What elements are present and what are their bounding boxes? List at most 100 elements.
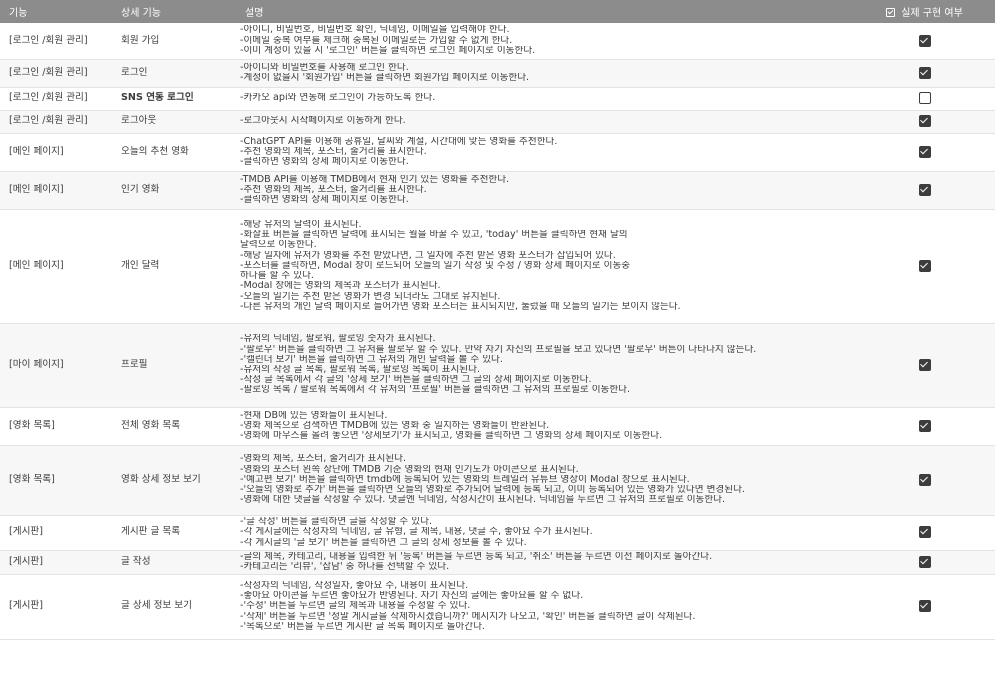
implemented-cell <box>854 323 995 408</box>
column-header-implemented[interactable]: 실제 구현 여부 <box>854 0 995 23</box>
implemented-cell <box>854 407 995 446</box>
implemented-checkbox-checked[interactable] <box>918 473 931 486</box>
description-line: -'오늘의 영화로 추가' 버튼을 클릭하면 오늘의 영화로 추가되어 달력에 … <box>240 485 745 496</box>
description-line: -Modal 창에는 영화의 제목과 포스터가 표시된다. <box>240 281 441 292</box>
table-row: [로그인 /회원 관리] SNS 연동 로그인 -카카오 api와 연동해 로그인이… <box>0 87 995 111</box>
description-cell: -'글 작성' 버튼을 클릭하면 글을 작성할 수 있다. -각 게시글에는 작성… <box>236 515 854 551</box>
description-cell: -아이디와 비밀번호를 사용해 로그인 한다. -계정이 없을시 '회원가입' 버… <box>236 59 854 88</box>
description-line: -카테고리는 '리뷰', '잡담' 중 하나를 선택할 수 있다. <box>240 562 450 572</box>
description-cell: -ChatGPT API를 이용해 공휴일, 날씨와 계절, 시간대에 맞는 영… <box>236 133 854 172</box>
column-header-detail[interactable]: 상세 기능 <box>112 0 236 23</box>
description-line: 달력으로 이동한다. <box>240 240 317 251</box>
implemented-cell <box>854 445 995 516</box>
implemented-cell <box>854 59 995 88</box>
implemented-cell <box>854 171 995 210</box>
table-row: [로그인 /회원 관리] 로그인 -아이디와 비밀번호를 사용해 로그인 한다. -계… <box>0 59 995 88</box>
description-line: -유저의 작성 글 목록, 팔로워 목록, 팔로잉 목록이 표시된다. <box>240 365 481 375</box>
implemented-checkbox-checked[interactable] <box>918 145 931 158</box>
detail-cell: 오늘의 추천 영화 <box>112 133 236 172</box>
implemented-checkbox-checked[interactable] <box>918 66 931 79</box>
implemented-cell <box>854 110 995 134</box>
description-cell: -TMDB API를 이용해 TMDB에서 현재 인기 있는 영화를 추천한다.… <box>236 171 854 210</box>
description-line: -영화에 마우스를 올려 놓으면 '상세보기'가 표시되고, 영화를 클릭하면 … <box>240 431 663 442</box>
implemented-cell <box>854 515 995 551</box>
table-row: [로그인 /회원 관리] 로그아웃 -로그아웃시 시작페이지로 이동하게 한다. <box>0 110 995 134</box>
implemented-checkbox-unchecked[interactable] <box>918 92 931 105</box>
table-row: [메인 페이지] 인기 영화 -TMDB API를 이용해 TMDB에서 현재 인기… <box>0 171 995 210</box>
description-cell: -로그아웃시 시작페이지로 이동하게 한다. <box>236 110 854 134</box>
description-line: -각 게시글의 '글 보기' 버튼을 클릭하면 그 글의 상세 정보를 볼 수 … <box>240 537 527 548</box>
implemented-checkbox-checked[interactable] <box>918 183 931 196</box>
implemented-cell <box>854 23 995 60</box>
description-cell: -현재 DB에 있는 영화들이 표시된다. -영화 제목으로 검색하면 TMDB에… <box>236 407 854 446</box>
table-row: [게시판] 글 상세 정보 보기 -작성자의 닉네임, 작성일자, 좋아요 수, 내… <box>0 574 995 640</box>
implemented-cell <box>854 133 995 172</box>
table-row: [영화 목록] 영화 상세 정보 보기 -영화의 제목, 포스터, 줄거리가 표시된… <box>0 445 995 516</box>
description-line: -'글 작성' 버튼을 클릭하면 글을 작성할 수 있다. <box>240 517 433 528</box>
detail-cell: 전체 영화 목록 <box>112 407 236 446</box>
description-cell: -유저의 닉네임, 팔로워, 팔로잉 숫자가 표시된다. -'팔로우' 버튼을 클… <box>236 323 854 408</box>
table-row: [마이 페이지] 프로필 -유저의 닉네임, 팔로워, 팔로잉 숫자가 표시된다. -… <box>0 323 995 408</box>
implemented-checkbox-checked[interactable] <box>918 526 931 539</box>
feature-cell: [로그인 /회원 관리] <box>0 23 112 60</box>
table-row: [게시판] 게시판 글 목록 -'글 작성' 버튼을 클릭하면 글을 작성할 수 있… <box>0 515 995 551</box>
feature-cell: [메인 페이지] <box>0 171 112 210</box>
detail-cell: 글 상세 정보 보기 <box>112 574 236 640</box>
feature-cell: [게시판] <box>0 574 112 640</box>
description-line: -작성자의 닉네임, 작성일자, 좋아요 수, 내용이 표시된다. <box>240 580 469 591</box>
description-line: -카카오 api와 연동해 로그인이 가능하도록 한다. <box>240 93 436 104</box>
table-row: [메인 페이지] 오늘의 추천 영화 -ChatGPT API를 이용해 공휴일, … <box>0 133 995 172</box>
implemented-checkbox-checked[interactable] <box>918 419 931 432</box>
description-line: -클릭하면 영화의 상세 페이지로 이동한다. <box>240 195 409 206</box>
feature-cell: [로그인 /회원 관리] <box>0 110 112 134</box>
implemented-cell <box>854 209 995 324</box>
feature-cell: [메인 페이지] <box>0 133 112 172</box>
feature-table: 기능 상세 기능 설명 실제 구현 여부 [로그인 /회원 관리] 회원 가입 -아… <box>0 0 995 640</box>
description-line: -팔로잉 목록 / 팔로워 목록에서 각 유저의 '프로필' 버튼을 클릭하면 … <box>240 385 631 396</box>
table-row: [영화 목록] 전체 영화 목록 -현재 DB에 있는 영화들이 표시된다. -영화 … <box>0 407 995 446</box>
feature-cell: [로그인 /회원 관리] <box>0 87 112 111</box>
implemented-cell <box>854 574 995 640</box>
description-line: -글의 제목, 카테고리, 내용을 입력한 뒤 '등록' 버튼을 누르면 등록 … <box>240 551 713 562</box>
feature-cell: [게시판] <box>0 550 112 575</box>
description-line: -'목록으로' 버튼을 누르면 게시판 글 목록 페이지로 돌아간다. <box>240 621 485 632</box>
description-line: -'삭제' 버튼을 누르면 '정말 게시글을 삭제하시겠습니까?' 메시지가 나… <box>240 611 696 622</box>
description-line: -추천 영화의 제목, 포스터, 줄거리를 표시한다. <box>240 146 427 157</box>
description-line: -아이디와 비밀번호를 사용해 로그인 한다. <box>240 62 409 73</box>
detail-cell: 로그아웃 <box>112 110 236 134</box>
feature-cell: [로그인 /회원 관리] <box>0 59 112 88</box>
detail-cell: 회원 가입 <box>112 23 236 60</box>
description-line: -작성 글 목록에서 각 글의 '상세 보기' 버튼을 클릭하면 그 글의 상세… <box>240 375 592 386</box>
feature-cell: [게시판] <box>0 515 112 551</box>
implemented-checkbox-checked[interactable] <box>918 259 931 272</box>
implemented-checkbox-checked[interactable] <box>918 34 931 47</box>
implemented-checkbox-checked[interactable] <box>918 600 931 613</box>
feature-cell: [영화 목록] <box>0 407 112 446</box>
implemented-cell <box>854 87 995 111</box>
description-line: -해당 유저의 달력이 표시된다. <box>240 220 362 231</box>
column-header-feature[interactable]: 기능 <box>0 0 112 23</box>
description-line: -영화 제목으로 검색하면 TMDB에 있는 영화 중 일치하는 영화들이 반환… <box>240 420 550 431</box>
description-line: -각 게시글에는 작성자의 닉네임, 글 유형, 글 제목, 내용, 댓글 수,… <box>240 527 593 538</box>
checkbox-icon <box>886 8 896 17</box>
implemented-checkbox-checked[interactable] <box>918 358 931 371</box>
description-line: -추천 영화의 제목, 포스터, 줄거리를 표시한다. <box>240 184 427 195</box>
detail-cell: 글 작성 <box>112 550 236 575</box>
description-line: -이미 계정이 있을 시 '로그인' 버튼을 클릭하면 로그인 페이지로 이동한… <box>240 45 536 56</box>
description-line: -오늘의 일기는 추천 받은 영화가 변경 되더라도 그대로 유지된다. <box>240 291 501 302</box>
description-cell: -아이디, 비밀번호, 비밀번호 확인, 닉네임, 이메일을 입력해야 한다. -… <box>236 23 854 60</box>
description-line: -이메일 중복 여부를 체크해 중복된 이메일로는 가입할 수 없게 한다. <box>240 35 513 46</box>
table-row: [메인 페이지] 개인 달력 -해당 유저의 달력이 표시된다. -화살표 버튼을 클… <box>0 209 995 324</box>
description-line: -'수정' 버튼을 누르면 글의 제목과 내용을 수정할 수 있다. <box>240 601 471 612</box>
description-line: -계정이 없을시 '회원가입' 버튼을 클릭하면 회원가입 페이지로 이동한다. <box>240 73 530 83</box>
table-header-row: 기능 상세 기능 설명 실제 구현 여부 <box>0 0 995 23</box>
description-line: -다른 유저의 개인 달력 페이지로 들어가면 영화 포스터는 표시되지만, 눌… <box>240 301 681 312</box>
implemented-checkbox-checked[interactable] <box>918 555 931 568</box>
detail-cell: 로그인 <box>112 59 236 88</box>
column-header-description[interactable]: 설명 <box>236 0 854 23</box>
description-line: -영화의 포스터 왼쪽 상단에 TMDB 기준 영화의 현재 인기도가 아이콘으… <box>240 464 579 475</box>
implemented-checkbox-checked[interactable] <box>918 115 931 128</box>
description-line: -TMDB API를 이용해 TMDB에서 현재 인기 있는 영화를 추천한다. <box>240 174 510 185</box>
description-line: -'예고편 보기' 버튼을 클릭하면 tmdb에 등록되어 있는 영화의 트레일… <box>240 474 690 485</box>
description-line: -포스터를 클릭하면, Modal 창이 로드되어 오늘의 일기 작성 및 수정… <box>240 260 631 271</box>
